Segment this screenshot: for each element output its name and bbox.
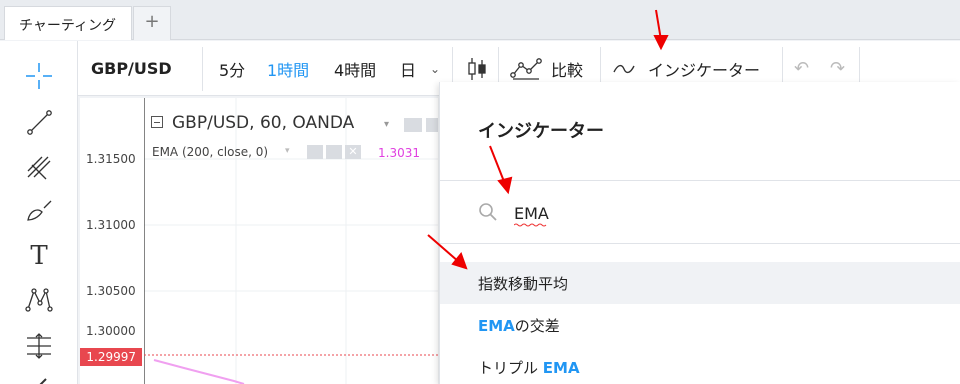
legend-dropdown-icon[interactable]: ▾ [384,119,389,130]
last-price-badge: 1.29997 [80,348,142,366]
settings-icon[interactable] [426,118,438,132]
eye-icon[interactable] [404,118,422,132]
price-label: 1.31000 [86,218,136,232]
pitchfork-icon[interactable] [22,149,56,183]
collapse-legend-icon[interactable] [151,116,163,128]
indicators-dialog: インジケーター 指数移動平均 EMAの交差 トリプル EMA [439,82,960,384]
ema-eye-icon[interactable] [307,145,323,159]
indicator-search-input[interactable] [514,200,814,226]
price-label: 1.30500 [86,284,136,298]
pattern-icon[interactable] [22,283,56,317]
interval-1h[interactable]: 1時間 [267,41,309,96]
dialog-divider [440,243,960,244]
text-icon[interactable]: T [22,239,56,273]
ema-remove-icon[interactable]: ✕ [345,145,361,159]
price-label: 1.30000 [86,324,136,338]
result-highlight: EMA [542,359,580,377]
dialog-divider [440,180,960,181]
search-icon [479,203,497,221]
crosshair-icon[interactable] [22,59,56,93]
interval-4h[interactable]: 4時間 [334,41,376,96]
app-root: チャーティング + T GBP/USD 5分 1時間 4時間 日 ⌄ 比較 イン… [0,0,960,384]
more-tools-icon[interactable] [22,369,56,384]
result-text: トリプル [478,359,543,377]
ema-legend-label[interactable]: EMA (200, close, 0) [152,145,268,159]
interval-5m[interactable]: 5分 [219,41,245,96]
result-text: の交差 [514,317,560,335]
brush-icon[interactable] [22,194,56,228]
tab-bar: チャーティング + [0,0,960,40]
spellcheck-underline [514,223,547,227]
measure-icon[interactable] [22,329,56,363]
chart-grid [144,98,438,384]
result-item[interactable]: 指数移動平均 [440,262,960,304]
toolbar-divider [202,47,203,91]
chart-area[interactable]: 1.31500 1.31000 1.30500 1.30000 1.29997 [80,98,438,384]
left-toolbar: T [0,41,78,384]
chart-plot[interactable]: GBP/USD, 60, OANDA ▾ EMA (200, close, 0)… [144,98,438,384]
price-label: 1.31500 [86,152,136,166]
symbol-search[interactable]: GBP/USD [91,41,172,96]
result-text: 指数移動平均 [478,275,569,293]
result-highlight: EMA [478,317,515,335]
add-tab-button[interactable]: + [133,6,171,40]
ema-settings-icon[interactable] [326,145,342,159]
trend-line-icon[interactable] [22,105,56,139]
result-item[interactable]: トリプル EMA [440,346,960,384]
dialog-title: インジケーター [478,121,604,142]
result-item[interactable]: EMAの交差 [440,304,960,346]
ema-value: 1.3031 [378,146,420,160]
ema-dropdown-icon[interactable]: ▾ [285,146,290,156]
legend-symbol-title[interactable]: GBP/USD, 60, OANDA [172,113,354,133]
tab-charting[interactable]: チャーティング [4,6,132,40]
interval-1d[interactable]: 日 [400,41,416,96]
